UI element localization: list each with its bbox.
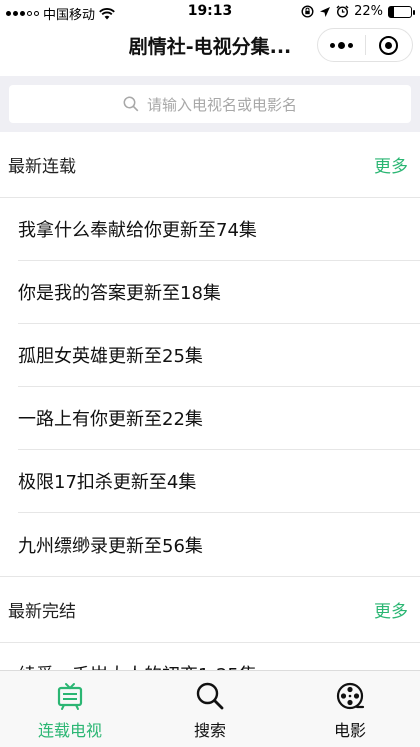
more-options-button[interactable] [318, 29, 365, 61]
tab-label: 电影 [333, 721, 366, 740]
list-item[interactable]: 一路上有你更新至22集 [18, 387, 420, 450]
mini-program-capsule [317, 28, 413, 62]
rotation-lock-icon [301, 5, 314, 18]
section-header-latest-completed: 最新完结 更多 [0, 577, 420, 643]
battery-level [389, 6, 394, 17]
search-icon [196, 682, 224, 710]
nav-bar: 剧情社-电视分集... [0, 24, 420, 68]
battery-percent: 22% [354, 4, 383, 19]
tab-label: 连载电视 [37, 721, 102, 740]
tab-bar: 连载电视 搜索 电影 [0, 670, 420, 747]
page-title: 剧情社-电视分集... [128, 36, 292, 58]
list-item[interactable]: 九州缥缈录更新至56集 [18, 513, 420, 576]
list-item[interactable]: 我拿什么奉献给你更新至74集 [18, 198, 420, 261]
target-close-icon [379, 35, 399, 55]
battery-icon [388, 5, 415, 18]
more-dots-icon [329, 41, 353, 49]
tab-label: 搜索 [193, 721, 226, 740]
section-header-latest-updating: 最新连载 更多 [0, 132, 420, 198]
search-placeholder: 请输入电视名或电影名 [146, 95, 297, 114]
tv-icon [57, 683, 83, 710]
section-title: 最新连载 [8, 157, 76, 177]
list-item[interactable]: 极限17扣杀更新至4集 [18, 450, 420, 513]
more-link-completed[interactable]: 更多 [374, 597, 408, 622]
search-icon [123, 96, 139, 112]
section-title: 最新完结 [8, 602, 76, 622]
alarm-icon [336, 5, 349, 18]
tab-movie[interactable]: 电影 [280, 671, 420, 747]
search-area: 请输入电视名或电影名 [0, 76, 420, 132]
status-right: 22% [301, 4, 415, 19]
app-screen: 中国移动 19:13 22% 剧情社-电视分集... 请输入电视名或电影名 最新… [0, 0, 420, 747]
tab-search[interactable]: 搜索 [140, 671, 280, 747]
close-mini-program-button[interactable] [365, 29, 412, 61]
film-reel-icon [336, 682, 365, 710]
search-input[interactable]: 请输入电视名或电影名 [9, 85, 411, 123]
tab-serial-tv[interactable]: 连载电视 [0, 671, 140, 747]
status-bar: 中国移动 19:13 22% [0, 0, 420, 24]
more-link-updating[interactable]: 更多 [374, 152, 408, 177]
list-item[interactable]: 孤胆女英雄更新至25集 [18, 324, 420, 387]
location-arrow-icon [320, 6, 331, 17]
list-item[interactable]: 你是我的答案更新至18集 [18, 261, 420, 324]
content-list: 最新连载 更多 我拿什么奉献给你更新至74集 你是我的答案更新至18集 孤胆女英… [0, 132, 420, 670]
list-item[interactable]: 续爱，千岁大人的初恋1-25集 [18, 643, 420, 670]
